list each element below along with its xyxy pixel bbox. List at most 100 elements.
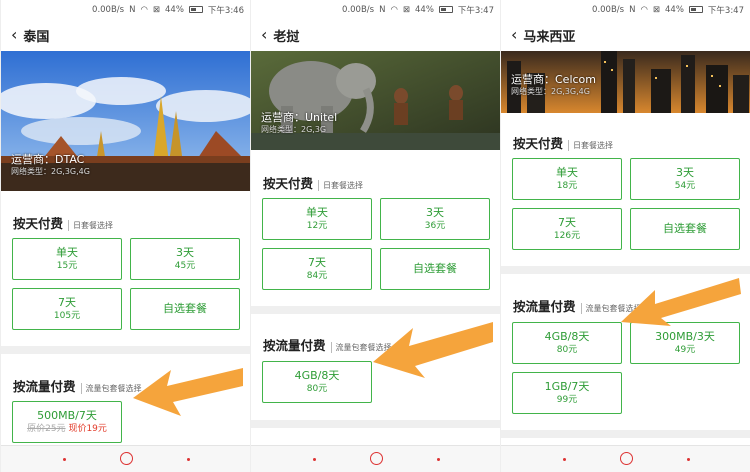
section-divider <box>251 420 500 428</box>
nav-bar <box>251 445 500 472</box>
nav-back-button[interactable] <box>187 458 190 461</box>
plan-name: 单天 <box>56 246 78 259</box>
orange-arrow-icon <box>133 368 243 416</box>
plan-7-day[interactable]: 7天 84元 <box>262 248 372 290</box>
plan-price: 80元 <box>306 384 328 394</box>
plan-price: 54元 <box>674 181 696 191</box>
section-divider <box>501 266 750 274</box>
signal-icon: ⊠ <box>652 4 660 15</box>
data-subtitle: 流量包套餐选择 <box>80 383 142 394</box>
page-title: 马来西亚 <box>523 29 576 45</box>
data-plan-300mb[interactable]: 300MB/3天 49元 <box>630 322 740 364</box>
panel-thailand: 0.00B/s N ◠ ⊠ 44% 下午3:46 ‹ 泰国 运营商：DTAC 网… <box>0 0 250 472</box>
plan-name: 7天 <box>308 256 326 269</box>
nav-home-button[interactable] <box>370 452 383 465</box>
data-section-title: 按流量付费 流量包套餐选择 <box>13 376 142 395</box>
new-price: 现价19元 <box>68 424 107 434</box>
data-plan-4gb[interactable]: 4GB/8天 80元 <box>512 322 622 364</box>
daily-title: 按天付费 <box>513 136 564 151</box>
status-bar: 0.00B/s N ◠ ⊠ 44% 下午3:47 <box>251 0 500 19</box>
plan-7-day[interactable]: 7天 126元 <box>512 208 622 250</box>
data-plan-500mb[interactable]: 500MB/7天 原价25元 现价19元 <box>12 401 122 443</box>
plan-name: 自选套餐 <box>413 262 457 275</box>
app-header: ‹ 泰国 <box>1 19 250 51</box>
nav-home-button[interactable] <box>120 452 133 465</box>
nfc-icon: N <box>379 4 386 15</box>
plan-name: 4GB/8天 <box>544 330 590 343</box>
old-price: 原价25元 <box>27 424 66 434</box>
battery-icon <box>438 6 453 13</box>
daily-title: 按天付费 <box>263 176 314 191</box>
app-header: ‹ 老挝 <box>251 19 500 51</box>
plan-name: 4GB/8天 <box>294 369 340 382</box>
data-section-title: 按流量付费 流量包套餐选择 <box>263 335 392 354</box>
daily-title: 按天付费 <box>13 216 64 231</box>
network-type-label: 网络类型：2G,3G <box>261 125 327 134</box>
plan-price: 126元 <box>553 231 581 241</box>
network-speed: 0.00B/s <box>592 4 625 15</box>
nav-menu-button[interactable] <box>63 458 66 461</box>
network-speed: 0.00B/s <box>92 4 125 15</box>
data-plan-4gb[interactable]: 4GB/8天 80元 <box>262 361 372 403</box>
plan-1-day[interactable]: 单天 18元 <box>512 158 622 200</box>
operator-label: 运营商：Celcom <box>511 73 596 86</box>
plan-name: 3天 <box>426 206 444 219</box>
panel-laos: 0.00B/s N ◠ ⊠ 44% 下午3:47 ‹ 老挝 运营商：Unitel… <box>250 0 500 472</box>
hero-image-elephant: 运营商：Unitel 网络类型：2G,3G <box>251 51 500 150</box>
page-title: 泰国 <box>23 29 50 45</box>
plan-price: 99元 <box>556 395 578 405</box>
signal-icon: ⊠ <box>402 4 410 15</box>
network-type-label: 网络类型：2G,3G,4G <box>511 87 590 96</box>
plan-3-day[interactable]: 3天 36元 <box>380 198 490 240</box>
clock: 下午3:47 <box>457 5 494 16</box>
plan-1-day[interactable]: 单天 15元 <box>12 238 122 280</box>
plan-price: 49元 <box>674 345 696 355</box>
plan-price-row: 原价25元 现价19元 <box>13 423 121 435</box>
data-plan-1gb[interactable]: 1GB/7天 99元 <box>512 372 622 414</box>
app-header: ‹ 马来西亚 <box>501 19 750 51</box>
back-chevron-icon[interactable]: ‹ <box>11 27 17 43</box>
plan-price: 18元 <box>556 181 578 191</box>
battery-percent: 44% <box>415 4 434 15</box>
plan-custom[interactable]: 自选套餐 <box>130 288 240 330</box>
status-bar: 0.00B/s N ◠ ⊠ 44% 下午3:46 <box>1 0 250 19</box>
plan-price: 105元 <box>53 311 81 321</box>
plan-7-day[interactable]: 7天 105元 <box>12 288 122 330</box>
plan-name: 1GB/7天 <box>544 380 590 393</box>
daily-subtitle: 日套餐选择 <box>568 140 613 151</box>
plan-3-day[interactable]: 3天 45元 <box>130 238 240 280</box>
daily-section-title: 按天付费 日套餐选择 <box>13 213 113 232</box>
network-type-label: 网络类型：2G,3G,4G <box>11 167 90 176</box>
plan-custom[interactable]: 自选套餐 <box>380 248 490 290</box>
signal-icon: ⊠ <box>152 4 160 15</box>
nav-menu-button[interactable] <box>563 458 566 461</box>
section-divider <box>251 306 500 314</box>
data-subtitle: 流量包套餐选择 <box>580 303 642 314</box>
plan-1-day[interactable]: 单天 12元 <box>262 198 372 240</box>
page-title: 老挝 <box>273 29 300 45</box>
nav-menu-button[interactable] <box>313 458 316 461</box>
daily-section-title: 按天付费 日套餐选择 <box>263 173 363 192</box>
plan-name: 3天 <box>676 166 694 179</box>
back-chevron-icon[interactable]: ‹ <box>261 27 267 43</box>
data-title: 按流量付费 <box>513 299 576 314</box>
section-divider <box>501 430 750 438</box>
plan-price: 84元 <box>306 271 328 281</box>
nav-home-button[interactable] <box>620 452 633 465</box>
plan-name: 自选套餐 <box>163 302 207 315</box>
panel-malaysia: 0.00B/s N ◠ ⊠ 44% 下午3:47 ‹ 马来西亚 运营商：Celc… <box>500 0 750 472</box>
plan-3-day[interactable]: 3天 54元 <box>630 158 740 200</box>
wifi-icon: ◠ <box>640 4 648 15</box>
plan-name: 单天 <box>556 166 578 179</box>
nfc-icon: N <box>629 4 636 15</box>
plan-custom[interactable]: 自选套餐 <box>630 208 740 250</box>
nav-back-button[interactable] <box>437 458 440 461</box>
plan-name: 7天 <box>58 296 76 309</box>
operator-label: 运营商：DTAC <box>11 153 85 166</box>
daily-section-title: 按天付费 日套餐选择 <box>513 133 613 152</box>
section-divider <box>1 346 250 354</box>
back-chevron-icon[interactable]: ‹ <box>511 27 517 43</box>
hero-image-temple: 运营商：DTAC 网络类型：2G,3G,4G <box>1 51 250 191</box>
nav-bar <box>501 445 750 472</box>
nav-back-button[interactable] <box>687 458 690 461</box>
